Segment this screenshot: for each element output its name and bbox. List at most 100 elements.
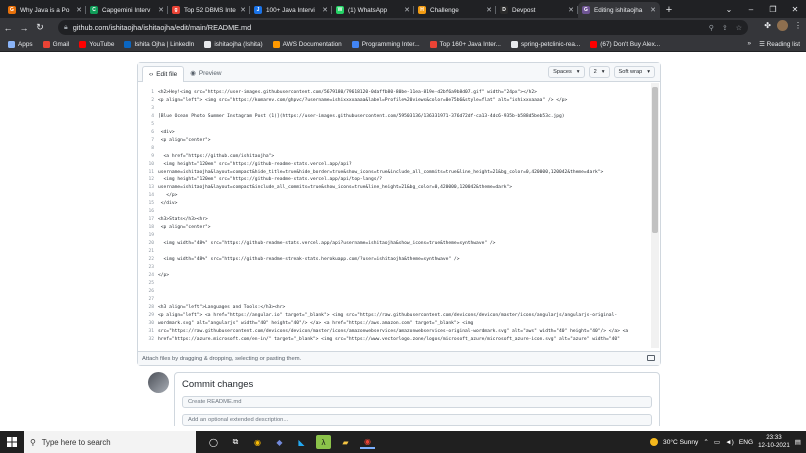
code-line[interactable]: 16 bbox=[138, 208, 651, 216]
indent-mode-select[interactable]: Spaces ▾ bbox=[548, 66, 585, 78]
tab-edit-file[interactable]: ‹› Edit file bbox=[142, 66, 185, 82]
discord-icon[interactable]: ◆ bbox=[272, 435, 287, 449]
clock[interactable]: 23:33 12-10-2021 bbox=[758, 434, 790, 450]
code-line[interactable]: 21 bbox=[138, 248, 651, 256]
line-text[interactable]: <h3>Stats</h3><hr> bbox=[158, 216, 651, 224]
file-explorer-icon[interactable]: ▰ bbox=[338, 435, 353, 449]
browser-tab[interactable]: H Challenge ✕ bbox=[414, 2, 496, 18]
line-text[interactable]: </div> bbox=[158, 200, 651, 208]
close-icon[interactable]: ✕ bbox=[76, 6, 82, 14]
line-text[interactable] bbox=[158, 248, 651, 256]
editor-scrollbar[interactable] bbox=[651, 83, 659, 348]
code-area[interactable]: 1 <h2>Hey!<img src="https://user-images.g… bbox=[138, 83, 651, 349]
menu-icon[interactable]: ⋮ bbox=[794, 21, 802, 30]
lambda-app-icon[interactable]: λ bbox=[316, 435, 331, 449]
code-line[interactable]: 28 <h3 align="left">Languages and Tools:<… bbox=[138, 304, 651, 312]
line-text[interactable]: <p align="left"> <img src="https://komar… bbox=[158, 97, 651, 105]
bookmark-item[interactable]: Programming Inter... bbox=[351, 40, 420, 48]
browser-tab[interactable]: C Capgemini Interv ✕ bbox=[86, 2, 168, 18]
code-line[interactable]: 29 <p align="left"> <a href="https://angu… bbox=[138, 312, 651, 320]
code-line[interactable]: 31 src="https://raw.githubusercontent.com… bbox=[138, 328, 651, 336]
code-line[interactable]: 20 <img width="48%" src="https://github-… bbox=[138, 240, 651, 248]
code-line[interactable]: 32 href="https://azure.microsoft.com/en-i… bbox=[138, 336, 651, 344]
line-text[interactable]: <a href="https://github.com/ishitaojha"> bbox=[158, 153, 651, 161]
weather-icon[interactable] bbox=[650, 438, 659, 446]
line-text[interactable] bbox=[158, 121, 651, 129]
line-text[interactable]: <img width="48%" src="https://github-rea… bbox=[158, 240, 651, 248]
extensions-icon[interactable]: ✤ bbox=[764, 21, 771, 30]
code-line[interactable]: 9 <a href="https://github.com/ishitaojha… bbox=[138, 153, 651, 161]
close-icon[interactable]: ✕ bbox=[322, 6, 328, 14]
browser-tab[interactable]: D Devpost ✕ bbox=[496, 2, 578, 18]
bookmark-item[interactable]: AWS Documentation bbox=[272, 40, 342, 48]
line-text[interactable]: [Blue Ocean Photo Summer Instagram Post … bbox=[158, 113, 651, 121]
line-text[interactable] bbox=[158, 296, 651, 304]
commit-summary-input[interactable]: Create README.md bbox=[182, 396, 652, 408]
code-line[interactable]: 5 bbox=[138, 121, 651, 129]
browser-tab[interactable]: G Editing ishitaojha ✕ bbox=[578, 2, 660, 18]
line-text[interactable]: <img width="48%" src="https://github-rea… bbox=[158, 256, 651, 264]
line-text[interactable]: <h2>Hey!<img src="https://user-images.gi… bbox=[158, 89, 651, 97]
bookmark-item[interactable]: ishitaojha (Ishita) bbox=[204, 40, 263, 48]
line-text[interactable] bbox=[158, 208, 651, 216]
task-view-icon[interactable]: ⧉ bbox=[228, 435, 243, 449]
reading-list-button[interactable]: ☰ Reading list bbox=[759, 40, 800, 48]
notification-icon[interactable]: ▤ bbox=[795, 438, 801, 446]
code-line[interactable]: 10 <img height="120em" src="https://gith… bbox=[138, 161, 651, 169]
code-line[interactable]: 27 bbox=[138, 296, 651, 304]
windows-start-icon[interactable] bbox=[0, 437, 24, 447]
bookmark-item[interactable]: Ishita Ojha | LinkedIn bbox=[124, 40, 194, 48]
line-text[interactable]: <div> bbox=[158, 129, 651, 137]
editor-footer[interactable]: Attach files by dragging & dropping, sel… bbox=[138, 351, 660, 365]
browser-tab[interactable]: W (1) WhatsApp ✕ bbox=[332, 2, 414, 18]
bookmark-star-icon[interactable]: ☆ bbox=[736, 24, 742, 32]
code-line[interactable]: 8 bbox=[138, 145, 651, 153]
line-text[interactable]: <h3 align="left">Languages and Tools:</h… bbox=[158, 304, 651, 312]
browser-tab[interactable]: J 100+ Java Intervi ✕ bbox=[250, 2, 332, 18]
bookmark-item[interactable]: (67) Don't Buy Alex... bbox=[590, 40, 660, 48]
close-icon[interactable]: ✕ bbox=[158, 6, 164, 14]
address-bar[interactable]: 🔒︎ github.com/ishitaojha/ishitaojha/edit… bbox=[58, 20, 748, 35]
close-icon[interactable]: ✕ bbox=[650, 6, 656, 14]
close-icon[interactable]: ✕ bbox=[240, 6, 246, 14]
code-line[interactable]: 18 <p align="center"> bbox=[138, 224, 651, 232]
more-bookmarks-icon[interactable]: » bbox=[748, 40, 752, 48]
line-text[interactable] bbox=[158, 105, 651, 113]
chrome-icon[interactable]: ◉ bbox=[250, 435, 265, 449]
search-icon[interactable]: ⚲ bbox=[709, 24, 714, 32]
line-text[interactable]: <p align="left"> <a href="https://angula… bbox=[158, 312, 651, 320]
line-text[interactable] bbox=[158, 232, 651, 240]
scrollbar-thumb[interactable] bbox=[652, 87, 658, 233]
code-line[interactable]: 23 bbox=[138, 264, 651, 272]
line-text[interactable]: <p align="center"> bbox=[158, 137, 651, 145]
close-window-button[interactable]: ✕ bbox=[784, 5, 806, 14]
tab-preview[interactable]: ◉ Preview bbox=[184, 65, 227, 81]
bookmark-item[interactable]: YouTube bbox=[79, 40, 114, 48]
line-text[interactable] bbox=[158, 280, 651, 288]
forward-icon[interactable]: → bbox=[16, 23, 32, 33]
bookmark-item[interactable]: Top 160+ Java Inter... bbox=[429, 40, 501, 48]
bookmark-item[interactable]: Gmail bbox=[42, 40, 69, 48]
line-text[interactable]: username=ishitaojha&layout=compact&hide_… bbox=[158, 169, 651, 177]
line-text[interactable] bbox=[158, 145, 651, 153]
chrome-active-icon[interactable]: ◉ bbox=[360, 435, 375, 449]
line-text[interactable]: </p> bbox=[158, 192, 651, 200]
code-line[interactable]: 11 username=ishitaojha&layout=compact&hid… bbox=[138, 169, 651, 177]
code-line[interactable]: 2 <p align="left"> <img src="https://koma… bbox=[138, 97, 651, 105]
code-line[interactable]: 7 <p align="center"> bbox=[138, 137, 651, 145]
code-line[interactable]: 19 bbox=[138, 232, 651, 240]
back-icon[interactable]: ← bbox=[0, 23, 16, 33]
line-text[interactable] bbox=[158, 264, 651, 272]
code-line[interactable]: 4 [Blue Ocean Photo Summer Instagram Post… bbox=[138, 113, 651, 121]
profile-avatar[interactable] bbox=[777, 20, 788, 31]
code-line[interactable]: 6 <div> bbox=[138, 129, 651, 137]
wrap-mode-select[interactable]: Soft wrap ▾ bbox=[613, 66, 655, 78]
close-icon[interactable]: ✕ bbox=[568, 6, 574, 14]
tab-search-icon[interactable]: ⌄ bbox=[718, 5, 740, 14]
code-line[interactable]: 3 bbox=[138, 105, 651, 113]
code-line[interactable]: 15 </div> bbox=[138, 200, 651, 208]
new-tab-button[interactable]: + bbox=[660, 2, 678, 18]
close-icon[interactable]: ✕ bbox=[486, 6, 492, 14]
restore-button[interactable]: ❐ bbox=[762, 5, 784, 14]
code-line[interactable]: 14 </p> bbox=[138, 192, 651, 200]
